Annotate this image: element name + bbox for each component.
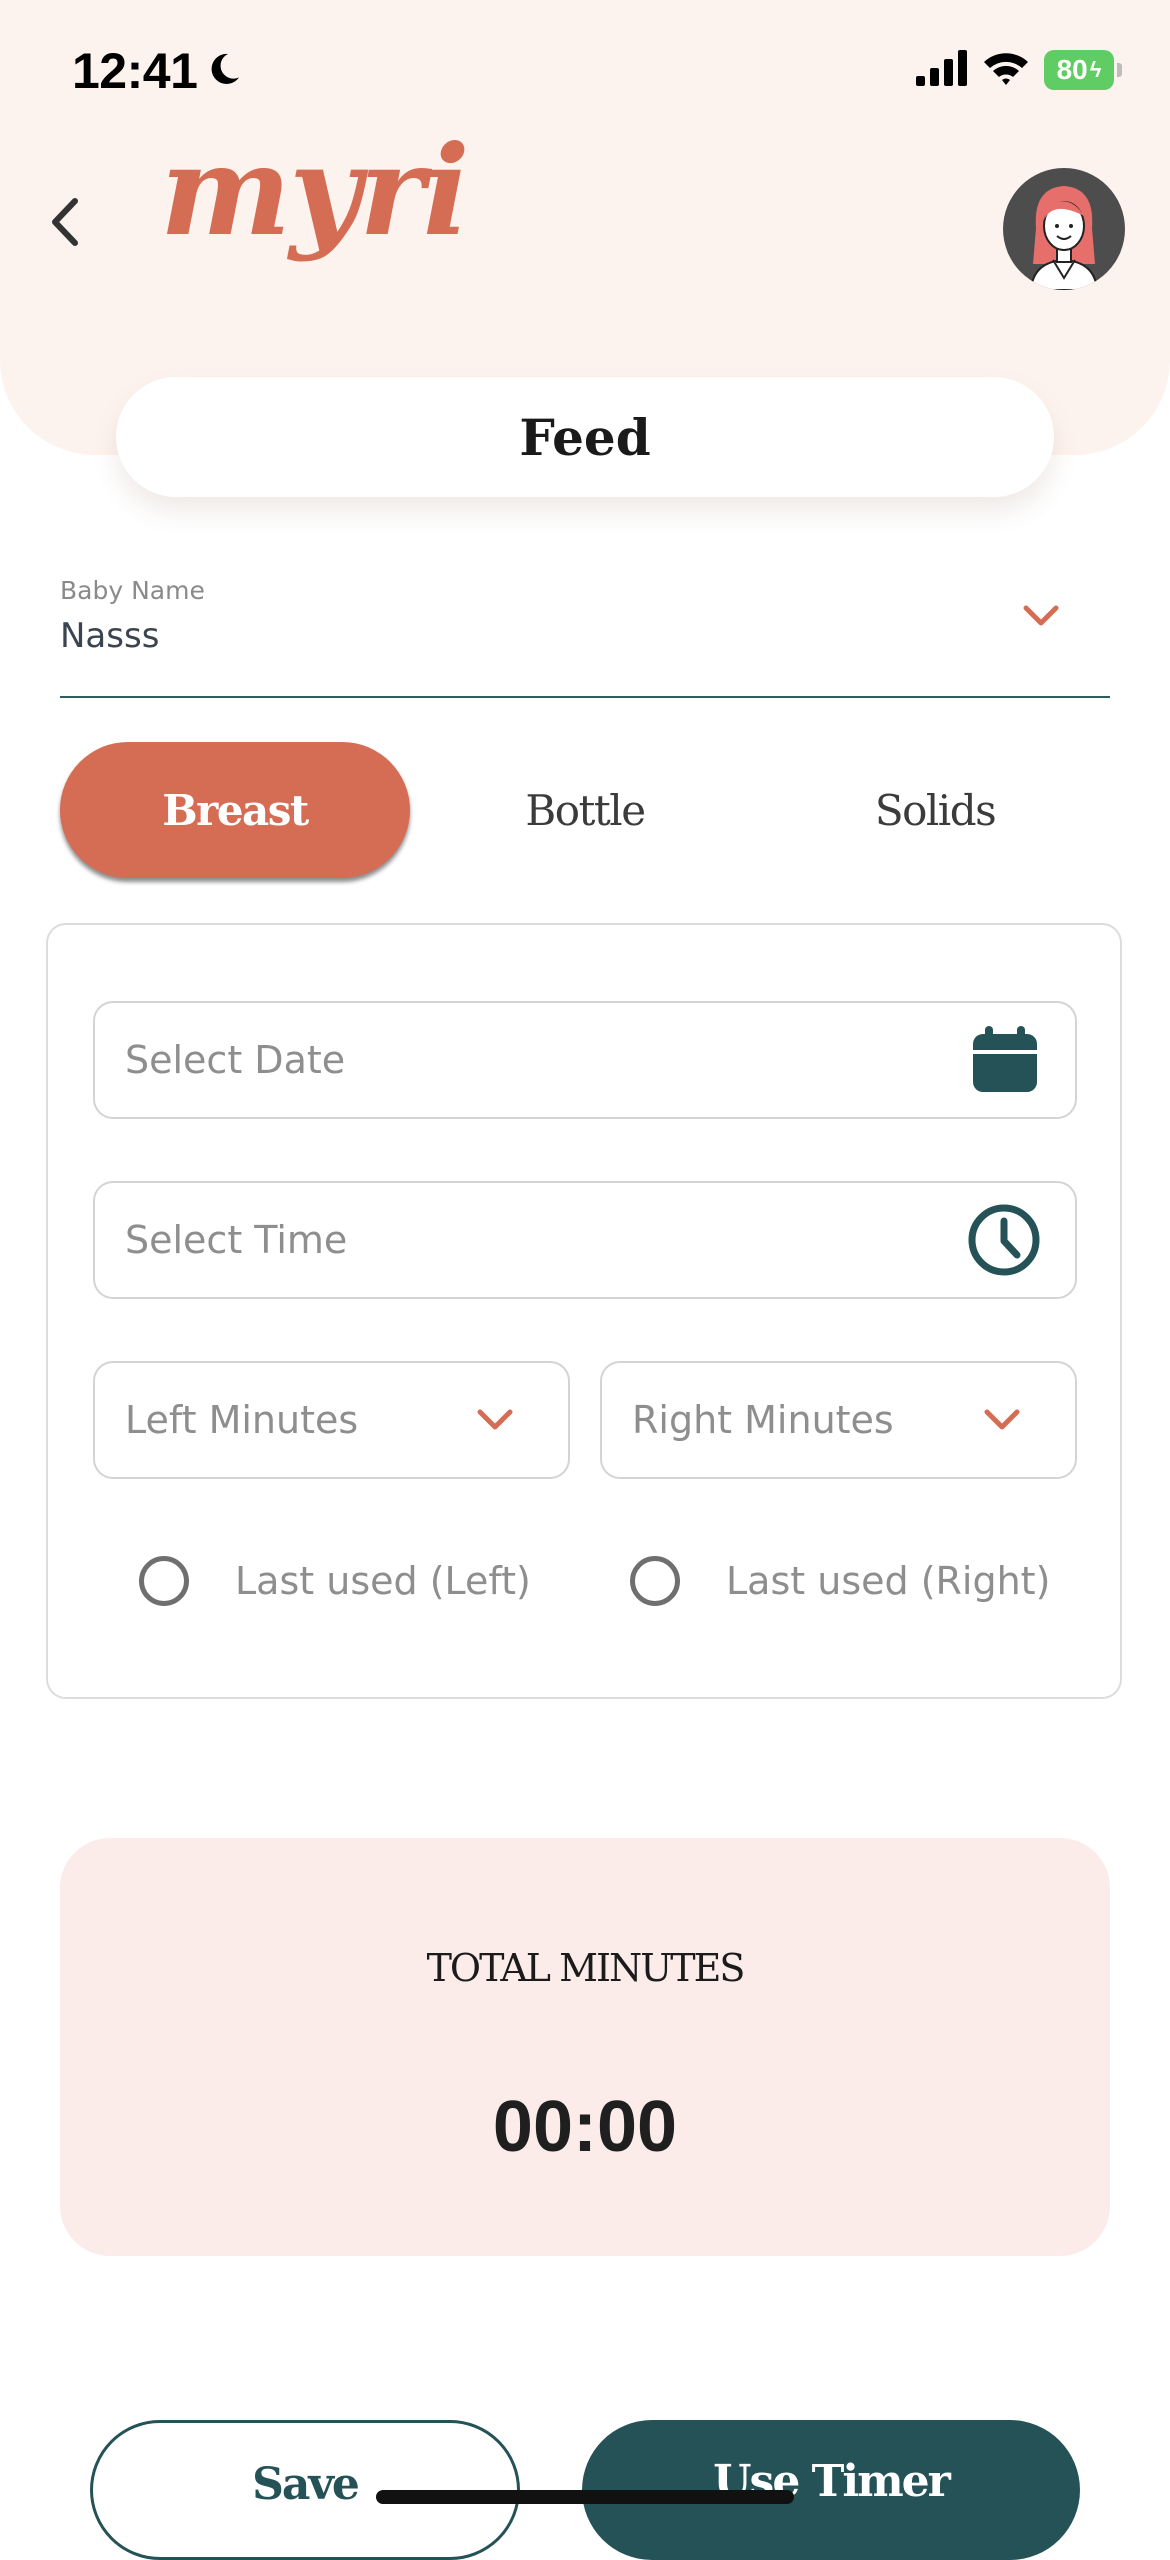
last-used-right-option[interactable]: Last used (Right) — [630, 1556, 1050, 1606]
moon-icon — [205, 42, 243, 100]
last-used-right-radio[interactable] — [630, 1556, 680, 1606]
wifi-icon — [982, 50, 1030, 90]
avatar[interactable] — [1003, 168, 1125, 290]
left-minutes-select[interactable]: Left Minutes — [93, 1361, 570, 1479]
baby-name-value: Nasss — [60, 616, 160, 656]
back-chevron-icon — [52, 198, 78, 246]
select-time-field[interactable]: Select Time — [93, 1181, 1077, 1299]
save-button-label: Save — [252, 2459, 360, 2510]
select-date-field[interactable]: Select Date — [93, 1001, 1077, 1119]
tab-breast[interactable]: Breast — [60, 742, 410, 878]
status-bar-indicators: 80 ϟ — [916, 50, 1122, 90]
tab-bottle-label: Bottle — [525, 785, 646, 835]
page-title: Feed — [116, 377, 1054, 497]
total-minutes-panel: TOTAL MINUTES 00:00 — [60, 1838, 1110, 2256]
last-used-left-radio[interactable] — [139, 1556, 189, 1606]
total-minutes-value: 00:00 — [492, 2087, 678, 2167]
battery-level: 80 — [1056, 54, 1088, 85]
battery-icon: 80 ϟ — [1044, 50, 1122, 90]
avatar-icon — [1029, 186, 1099, 290]
tab-breast-label: Breast — [162, 785, 309, 835]
baby-name-label: Baby Name — [60, 576, 205, 605]
chevron-down-icon — [983, 1363, 1021, 1477]
home-indicator[interactable] — [376, 2490, 794, 2504]
clock-text: 12:41 — [72, 43, 198, 99]
last-used-right-label: Last used (Right) — [726, 1559, 1051, 1603]
tab-bottle[interactable]: Bottle — [410, 742, 760, 878]
signal-icon — [916, 50, 968, 90]
chevron-down-icon — [1022, 604, 1060, 632]
last-used-left-option[interactable]: Last used (Left) — [139, 1556, 531, 1606]
baby-name-select[interactable]: Baby Name Nasss — [60, 570, 1110, 698]
right-minutes-label: Right Minutes — [632, 1398, 894, 1442]
tab-solids[interactable]: Solids — [760, 742, 1110, 878]
app-logo: myri — [160, 119, 470, 264]
total-minutes-label: TOTAL MINUTES — [426, 1946, 746, 1990]
right-minutes-select[interactable]: Right Minutes — [600, 1361, 1077, 1479]
back-button[interactable] — [42, 190, 86, 254]
left-minutes-label: Left Minutes — [125, 1398, 359, 1442]
tab-solids-label: Solids — [874, 785, 997, 835]
select-time-placeholder: Select Time — [125, 1218, 348, 1262]
calendar-icon[interactable] — [969, 1003, 1041, 1117]
clock-icon[interactable] — [967, 1183, 1041, 1297]
select-date-placeholder: Select Date — [125, 1038, 346, 1082]
chevron-down-icon — [476, 1363, 514, 1477]
status-bar-time: 12:41 — [72, 42, 243, 100]
last-used-left-label: Last used (Left) — [235, 1559, 531, 1603]
